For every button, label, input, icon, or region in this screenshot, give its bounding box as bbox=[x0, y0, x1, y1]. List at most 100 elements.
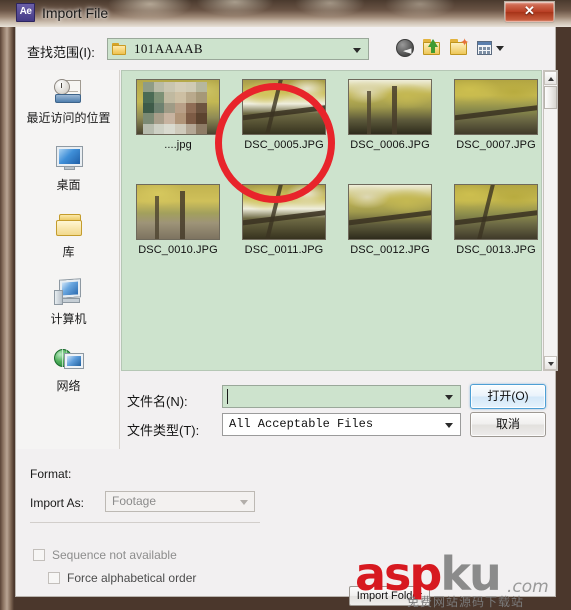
checkbox-icon[interactable] bbox=[48, 572, 60, 584]
filetype-select[interactable]: All Acceptable Files bbox=[222, 413, 461, 436]
import-as-label: Import As: bbox=[30, 496, 85, 510]
file-tile[interactable]: DSC_0006.JPG bbox=[338, 79, 442, 151]
scroll-down-icon bbox=[548, 362, 554, 366]
sidebar-item-desktop[interactable]: 桌面 bbox=[17, 145, 120, 193]
filename-input[interactable] bbox=[222, 385, 461, 408]
monitor-stand bbox=[63, 166, 75, 170]
checkbox-label: Sequence not available bbox=[52, 548, 177, 562]
file-tile[interactable]: ....jpg bbox=[126, 79, 230, 151]
views-button[interactable] bbox=[475, 37, 505, 59]
text-caret bbox=[227, 389, 228, 404]
file-list[interactable]: ....jpg DSC_0005.JPG DSC_0006.JPG DSC_00… bbox=[121, 70, 542, 371]
title-bar-left: Ae Import File bbox=[16, 3, 108, 22]
ae-app-icon: Ae bbox=[16, 3, 35, 22]
file-name-label: DSC_0013.JPG bbox=[456, 244, 536, 256]
dialog-body: 查找范围(I): 101AAAAB ◄ ✦ 最近访问的位置 桌面 库 计算机 网… bbox=[15, 27, 558, 606]
back-arrow-glyph: ◄ bbox=[403, 44, 412, 57]
up-folder-button[interactable] bbox=[421, 37, 443, 59]
file-name-label: DSC_0010.JPG bbox=[138, 244, 218, 256]
close-icon: ✕ bbox=[524, 3, 535, 18]
clock-icon bbox=[53, 79, 70, 95]
recent-places-icon bbox=[52, 78, 86, 108]
file-tile[interactable]: DSC_0011.JPG bbox=[232, 184, 336, 256]
sidebar-item-label: 网络 bbox=[56, 379, 81, 393]
sidebar-item-recent[interactable]: 最近访问的位置 bbox=[17, 78, 120, 126]
lookin-current-folder: 101AAAAB bbox=[134, 41, 203, 56]
file-tile[interactable]: DSC_0010.JPG bbox=[126, 184, 230, 256]
file-thumbnail bbox=[242, 184, 326, 240]
file-thumbnail bbox=[136, 79, 220, 135]
views-grid-icon bbox=[477, 41, 492, 55]
network-globe-icon bbox=[52, 346, 86, 376]
new-folder-button[interactable]: ✦ bbox=[448, 37, 470, 59]
file-thumbnail bbox=[348, 184, 432, 240]
chevron-down-icon[interactable] bbox=[445, 423, 453, 428]
chevron-down-icon[interactable] bbox=[496, 46, 504, 51]
filetype-label: 文件类型(T): bbox=[127, 423, 200, 438]
open-button[interactable]: 打开(O) bbox=[470, 384, 546, 409]
folder-icon bbox=[112, 42, 128, 56]
file-tile[interactable]: DSC_0013.JPG bbox=[444, 184, 541, 256]
chevron-down-icon[interactable] bbox=[353, 48, 361, 53]
file-thumbnail bbox=[454, 79, 538, 135]
library-folder-front bbox=[55, 220, 82, 236]
scroll-down-button[interactable] bbox=[544, 356, 557, 370]
computer-base bbox=[61, 298, 80, 303]
file-name-label: DSC_0007.JPG bbox=[456, 139, 536, 151]
title-bar[interactable]: Ae Import File ✕ bbox=[0, 0, 571, 27]
desktop-monitor-icon bbox=[52, 145, 86, 175]
up-arrow-stem bbox=[431, 46, 435, 53]
file-tile[interactable]: DSC_0007.JPG bbox=[444, 79, 541, 151]
sidebar-item-library[interactable]: 库 bbox=[17, 212, 120, 260]
file-tile[interactable]: DSC_0005.JPG bbox=[232, 79, 336, 151]
chevron-down-icon[interactable] bbox=[445, 395, 453, 400]
format-divider bbox=[30, 522, 260, 523]
mosaic-censor-overlay bbox=[143, 82, 207, 134]
checkbox-label: Force alphabetical order bbox=[67, 571, 197, 585]
checkbox-icon[interactable] bbox=[33, 549, 45, 561]
lookin-combobox[interactable]: 101AAAAB bbox=[107, 38, 369, 60]
back-button[interactable]: ◄ bbox=[394, 37, 416, 59]
file-thumbnail bbox=[136, 184, 220, 240]
file-list-scrollbar[interactable] bbox=[543, 70, 558, 371]
library-folder-icon bbox=[52, 212, 86, 242]
file-name-label: DSC_0005.JPG bbox=[244, 139, 324, 151]
sidebar-item-network[interactable]: 网络 bbox=[17, 346, 120, 394]
file-tile[interactable]: DSC_0012.JPG bbox=[338, 184, 442, 256]
import-as-select[interactable]: Footage bbox=[105, 491, 255, 512]
file-name-label: ....jpg bbox=[164, 139, 192, 151]
sidebar-item-computer[interactable]: 计算机 bbox=[17, 279, 120, 327]
file-name-label: DSC_0012.JPG bbox=[350, 244, 430, 256]
filetype-value: All Acceptable Files bbox=[229, 417, 374, 431]
back-arrow-icon: ◄ bbox=[396, 39, 414, 57]
chevron-down-icon[interactable] bbox=[240, 500, 248, 505]
format-label: Format: bbox=[30, 467, 72, 481]
import-folder-button[interactable]: Import Folder bbox=[349, 586, 430, 606]
window-title: Import File bbox=[42, 4, 109, 21]
sparkle-icon: ✦ bbox=[460, 37, 470, 49]
computer-screen bbox=[59, 279, 80, 298]
sequence-checkbox-row[interactable]: Sequence not available bbox=[33, 548, 177, 562]
import-as-value: Footage bbox=[112, 494, 157, 508]
window-frame-inner: Ae Import File ✕ 查找范围(I): 101AAAAB ◄ ✦ 最… bbox=[0, 0, 571, 610]
lookin-row: 查找范围(I): 101AAAAB ◄ ✦ bbox=[16, 36, 557, 66]
scroll-up-button[interactable] bbox=[544, 71, 557, 85]
places-sidebar: 最近访问的位置 桌面 库 计算机 网络 bbox=[17, 70, 120, 449]
file-thumbnail bbox=[454, 184, 538, 240]
close-button[interactable]: ✕ bbox=[504, 1, 555, 23]
file-thumbnail bbox=[348, 79, 432, 135]
sidebar-item-label: 库 bbox=[62, 245, 75, 259]
force-alphabetical-checkbox-row[interactable]: Force alphabetical order bbox=[48, 571, 196, 585]
cancel-button[interactable]: 取消 bbox=[470, 412, 546, 437]
sidebar-item-label: 桌面 bbox=[56, 178, 81, 192]
network-monitor bbox=[64, 354, 83, 368]
file-name-label: DSC_0006.JPG bbox=[350, 139, 430, 151]
sidebar-item-label: 最近访问的位置 bbox=[26, 111, 111, 125]
scrollbar-thumb[interactable] bbox=[544, 86, 557, 109]
sidebar-item-label: 计算机 bbox=[50, 312, 87, 326]
scroll-up-icon bbox=[548, 77, 554, 81]
file-name-label: DSC_0011.JPG bbox=[244, 244, 324, 256]
monitor-screen bbox=[56, 147, 82, 166]
file-thumbnail bbox=[242, 79, 326, 135]
computer-icon bbox=[52, 279, 86, 309]
